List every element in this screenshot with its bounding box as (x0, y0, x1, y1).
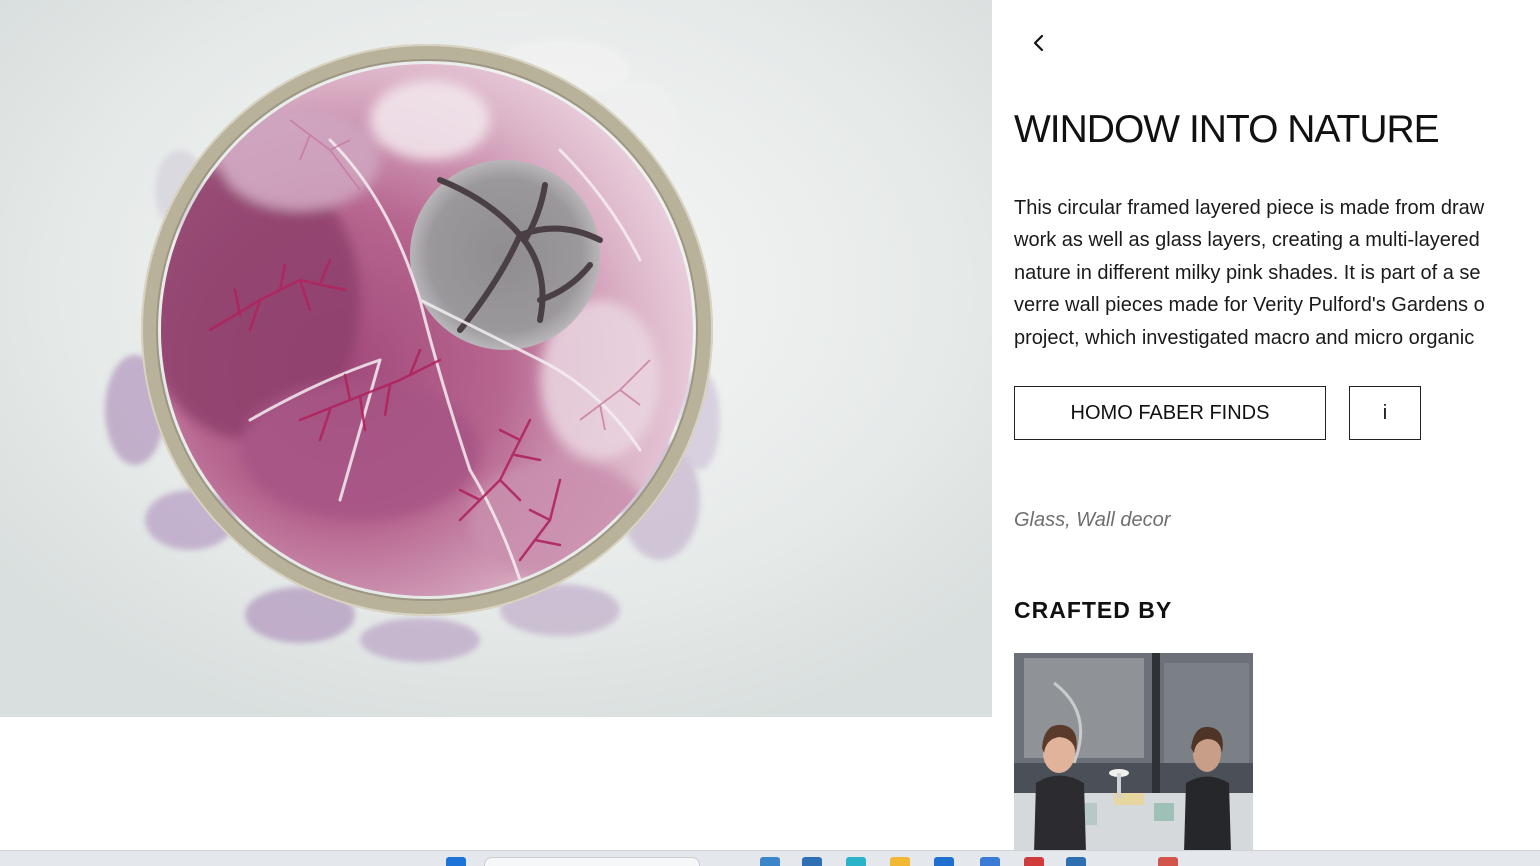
folder-icon[interactable] (890, 857, 910, 866)
description-line: verre wall pieces made for Verity Pulfor… (1014, 294, 1485, 317)
product-description: This circular framed layered piece is ma… (1014, 192, 1540, 354)
artwork-illustration (0, 0, 992, 717)
artisan-photo-illustration (1014, 653, 1253, 850)
taskbar-search[interactable] (484, 857, 700, 866)
artisan-photo[interactable] (1014, 653, 1253, 850)
mail-icon[interactable] (1024, 857, 1044, 866)
chevron-left-icon (1033, 34, 1044, 52)
windows-taskbar (0, 850, 1540, 866)
artwork-image (0, 0, 992, 717)
artwork-moon (410, 160, 600, 350)
description-line: nature in different milky pink shades. I… (1014, 261, 1481, 284)
file-explorer-icon[interactable] (760, 857, 780, 866)
app-icon[interactable] (980, 857, 1000, 866)
product-categories: Glass, Wall decor (1014, 509, 1171, 531)
info-button[interactable]: i (1349, 386, 1421, 440)
homo-faber-finds-button[interactable]: HOMO FABER FINDS (1014, 386, 1326, 440)
product-title: WINDOW INTO NATURE (1014, 108, 1440, 151)
description-line: project, which investigated macro and mi… (1014, 326, 1475, 349)
app-icon[interactable] (1066, 857, 1086, 866)
app-icon[interactable] (1158, 857, 1178, 866)
app-icon[interactable] (802, 857, 822, 866)
description-line: work as well as glass layers, creating a… (1014, 229, 1480, 252)
edge-icon[interactable] (846, 857, 866, 866)
page: WINDOW INTO NATURE This circular framed … (0, 0, 1540, 866)
windows-start-icon[interactable] (446, 857, 466, 866)
store-icon[interactable] (934, 857, 954, 866)
product-details: WINDOW INTO NATURE This circular framed … (992, 0, 1540, 850)
crafted-by-heading: CRAFTED BY (1014, 597, 1173, 623)
description-line: This circular framed layered piece is ma… (1014, 197, 1485, 219)
back-button[interactable] (1026, 28, 1052, 58)
